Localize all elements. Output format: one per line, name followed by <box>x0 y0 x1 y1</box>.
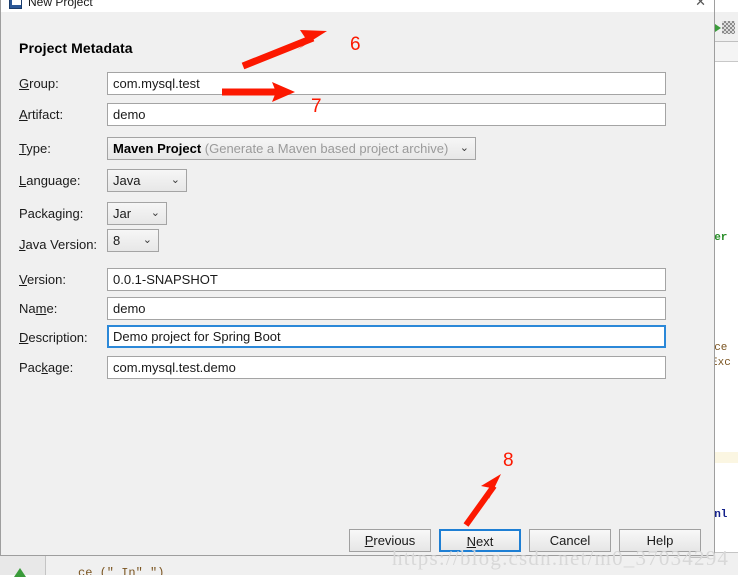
description-label: Description: <box>19 330 88 345</box>
language-label-rest: anguage: <box>26 173 81 188</box>
dialog-title: New Project <box>28 0 93 9</box>
name-input[interactable]: demo <box>107 297 666 320</box>
dialog-titlebar[interactable]: New Project ✕ <box>1 0 714 12</box>
annotation-number-7: 7 <box>311 96 322 117</box>
name-label: Name: <box>19 301 58 316</box>
chevron-down-icon: ⌄ <box>150 207 160 219</box>
version-label-rest: ersion: <box>26 272 66 287</box>
name-label-rest: e: <box>46 301 58 316</box>
group-input[interactable]: com.mysql.test <box>107 72 666 95</box>
packaging-label: Packaging: <box>19 206 84 221</box>
version-label: Version: <box>19 272 66 287</box>
ide-console-code-line: ce (" In" ") <box>78 566 165 575</box>
group-label: Group: <box>19 76 59 91</box>
type-combo-hint: (Generate a Maven based project archive) <box>204 141 449 156</box>
chevron-down-icon: ⌄ <box>170 174 180 186</box>
packaging-combo-value: Jar <box>113 206 132 221</box>
annotation-number-8: 8 <box>503 450 514 471</box>
name-label-pre: Na <box>19 301 36 316</box>
page-title: Project Metadata <box>19 40 133 56</box>
package-label-rest: age: <box>47 360 74 375</box>
packaging-label-pre: Packa <box>19 206 56 221</box>
package-input[interactable]: com.mysql.test.demo <box>107 356 666 379</box>
dialog-body: Project Metadata Group: com.mysql.test A… <box>1 12 714 522</box>
language-combo-value: Java <box>113 173 141 188</box>
new-project-dialog: New Project ✕ Project Metadata Group: co… <box>0 0 715 556</box>
description-label-rest: escription: <box>28 330 88 345</box>
type-combo[interactable]: Maven Project (Generate a Maven based pr… <box>107 137 476 160</box>
language-label: Language: <box>19 173 81 188</box>
version-input[interactable]: 0.0.1-SNAPSHOT <box>107 268 666 291</box>
window-icon <box>9 0 22 9</box>
java-version-combo-value: 8 <box>113 233 121 248</box>
group-label-rest: roup: <box>29 76 59 91</box>
java-version-combo[interactable]: 8 ⌄ <box>107 229 159 252</box>
annotation-number-6: 6 <box>350 34 361 55</box>
description-input[interactable]: Demo project for Spring Boot <box>107 325 666 348</box>
watermark: https://blog.csdn.net/m0_37034294 <box>392 546 730 570</box>
packaging-label-rest: ing: <box>62 206 84 221</box>
packaging-combo[interactable]: Jar ⌄ <box>107 202 167 225</box>
package-label: Package: <box>19 360 74 375</box>
package-label-pre: Pac <box>19 360 42 375</box>
java-version-label-rest: ava Version: <box>25 237 98 252</box>
type-label: Type: <box>19 141 51 156</box>
close-icon[interactable]: ✕ <box>695 0 706 10</box>
artifact-input[interactable]: demo <box>107 103 666 126</box>
language-combo[interactable]: Java ⌄ <box>107 169 187 192</box>
artifact-label-rest: rtifact: <box>27 107 64 122</box>
java-version-label: Java Version: <box>19 237 98 252</box>
coverage-icon[interactable] <box>722 21 735 34</box>
type-combo-value: Maven Project <box>113 141 202 156</box>
chevron-down-icon: ⌄ <box>459 142 469 154</box>
type-label-rest: ype: <box>26 141 51 156</box>
spring-leaf-icon <box>14 568 26 577</box>
artifact-label: Artifact: <box>19 107 64 122</box>
chevron-down-icon: ⌄ <box>142 234 152 246</box>
